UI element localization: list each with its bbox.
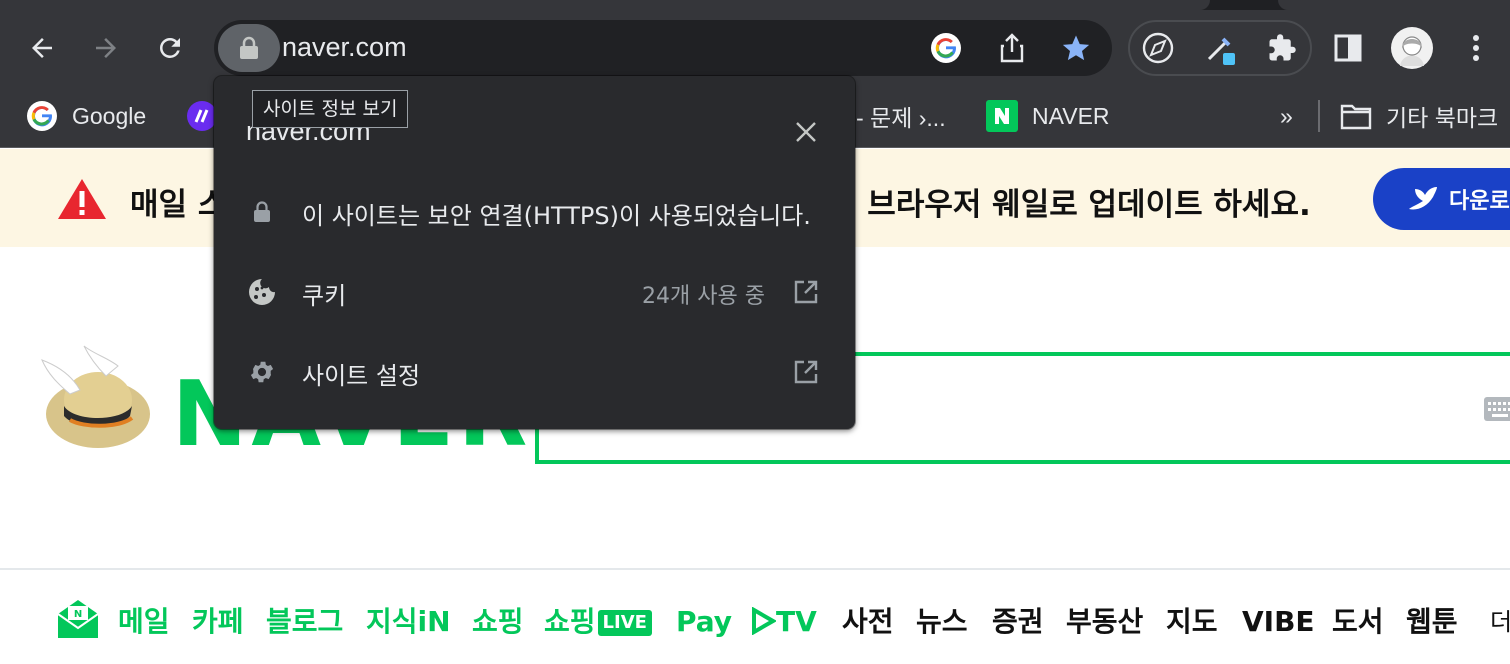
service-webtoon[interactable]: 웹툰 [1406,604,1458,640]
service-shopping[interactable]: 쇼핑 [472,604,524,640]
external-link-icon [790,356,822,388]
reload-button[interactable] [150,32,190,64]
eyedropper-icon [1207,37,1235,65]
play-icon [752,606,777,636]
bookmark-label: NAVER [1032,102,1110,129]
cookies-count: 24개 사용 중 [642,284,765,309]
share-button[interactable] [994,30,1030,66]
service-map[interactable]: 지도 [1166,604,1218,640]
back-button[interactable] [22,32,62,64]
service-mail[interactable]: 메일 [118,604,170,640]
lock-icon [246,196,278,228]
service-blog[interactable]: 블로그 [266,604,343,640]
star-icon [1062,35,1090,61]
more-vertical-icon [1473,35,1479,61]
https-status-text: 이 사이트는 보안 연결(HTTPS)이 사용되었습니다. [302,202,811,230]
svg-text:N: N [74,609,82,620]
banner-text-left: 매일 스 [130,187,227,223]
address-bar[interactable]: naver.com [214,20,1112,76]
warning-icon [58,179,106,219]
chrome-menu-button[interactable] [1456,28,1496,68]
back-arrow-icon [32,38,52,58]
bookmarks-divider [1318,100,1320,132]
banner-text-right: 신 브라우저 웨일로 업데이트 하세요. [828,187,1311,223]
folder-icon [1340,104,1372,130]
service-more[interactable]: 더 [1490,604,1510,640]
bookmark-star-button[interactable] [1058,30,1094,66]
service-realestate[interactable]: 부동산 [1066,604,1143,640]
tv-label: TV [776,605,817,638]
cookie-icon [246,276,278,308]
bookmark-label: 기타 북마크 [1386,105,1499,131]
service-dict[interactable]: 사전 [842,604,894,640]
service-shopping-live[interactable]: 쇼핑 LIVE [544,604,652,640]
site-info-tooltip: 사이트 정보 보기 [252,90,409,128]
site-settings-row[interactable]: 사이트 설정 [214,342,855,402]
side-panel-icon [1334,34,1362,62]
external-link-icon [790,276,822,308]
download-label: 다운로 [1449,189,1510,214]
google-lens-button[interactable] [928,30,964,66]
bookmark-problem[interactable]: - 문제 ›... [856,96,946,136]
whale-icon [1409,187,1437,210]
compass-extension-button[interactable] [1138,28,1178,68]
puzzle-icon [1269,34,1296,61]
shopping-live-label: 쇼핑 [544,605,596,638]
connection-security-row[interactable]: 이 사이트는 보안 연결(HTTPS)이 사용되었습니다. [214,182,855,242]
extensions-button[interactable] [1262,28,1302,68]
service-vibe[interactable]: VIBE [1242,604,1315,640]
forward-button[interactable] [86,32,126,64]
service-kin[interactable]: 지식iN [366,604,451,640]
bookmarks-overflow-button[interactable]: » [1280,96,1293,136]
url-text[interactable]: naver.com [282,32,407,63]
site-info-button[interactable] [218,24,280,72]
avatar [1391,27,1433,69]
service-cafe[interactable]: 카페 [192,604,244,640]
active-tab[interactable] [0,0,1210,10]
service-tv[interactable]: TV [750,604,817,640]
whale-download-button[interactable]: 다운로 [1373,168,1510,230]
profile-avatar-button[interactable] [1390,26,1434,70]
lock-icon [240,36,258,59]
bookmark-google[interactable]: Google [26,96,146,136]
site-info-popup: naver.com 이 사이트는 보안 연결(HTTPS)이 사용되었습니다. … [214,76,855,429]
naver-n-icon [986,100,1018,132]
gear-icon [246,356,278,388]
bookmark-label: - 문제 ›... [856,105,946,131]
service-books[interactable]: 도서 [1332,604,1384,640]
side-panel-button[interactable] [1328,28,1368,68]
naver-hat-logo [41,345,150,448]
popup-close-button[interactable] [790,116,822,148]
service-pay[interactable]: Pay [676,604,732,640]
bookmark-naver[interactable]: NAVER [986,96,1110,136]
inactive-tab[interactable] [1278,0,1510,10]
mail-envelope-icon: N [57,600,99,638]
cookies-row[interactable]: 쿠키 24개 사용 중 [214,262,855,322]
keyboard-icon[interactable] [1483,396,1510,422]
google-g-icon [27,101,57,131]
bookmark-label: Google [72,102,147,129]
extensions-group [1128,20,1312,76]
live-badge: LIVE [597,610,652,636]
browser-toolbar: naver.com [0,10,1510,86]
content-divider [0,568,1510,570]
reload-icon [160,38,180,58]
overflow-chevron-icon: » [1280,102,1293,129]
other-bookmarks-folder[interactable]: 기타 북마크 [1340,96,1498,136]
service-stock[interactable]: 증권 [992,604,1044,640]
google-g-icon [931,33,961,63]
share-icon [1000,33,1024,63]
compass-icon [1142,32,1174,64]
site-settings-label: 사이트 설정 [302,362,421,390]
forward-arrow-icon [96,38,116,58]
pipette-extension-button[interactable] [1200,28,1240,68]
cookies-label: 쿠키 [302,282,347,310]
close-icon [796,122,816,142]
service-news[interactable]: 뉴스 [916,604,968,640]
